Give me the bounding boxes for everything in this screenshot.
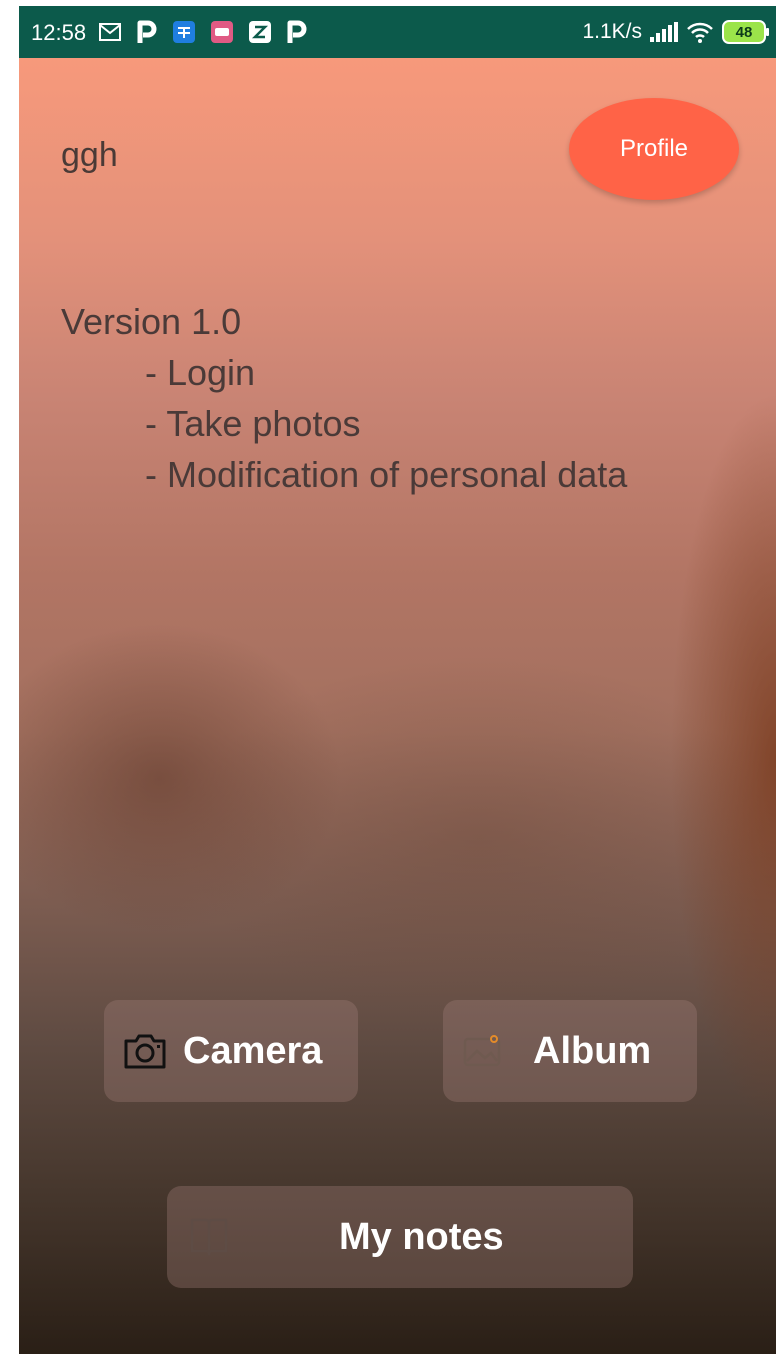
pink-app-icon <box>211 21 233 43</box>
mail-icon <box>99 23 121 41</box>
my-notes-label: My notes <box>339 1216 504 1258</box>
phone-screen: 12:58 1.1K/s 48 ggh Profile Version 1.0 … <box>19 6 776 1354</box>
battery-level: 48 <box>735 23 753 41</box>
album-button[interactable]: Album <box>443 1000 697 1102</box>
version-title: Version 1.0 <box>61 301 242 342</box>
z-app-icon <box>249 21 271 43</box>
p-app-icon-2 <box>287 19 307 45</box>
my-notes-button[interactable]: My notes <box>167 1186 633 1288</box>
release-notes: Version 1.0 - Login - Take photos - Modi… <box>61 296 627 500</box>
album-label: Album <box>533 1030 652 1072</box>
status-time: 12:58 <box>31 20 87 45</box>
notification-icons <box>99 16 307 48</box>
status-bar: 12:58 1.1K/s 48 <box>19 6 776 58</box>
username-label: ggh <box>61 136 118 174</box>
camera-button[interactable]: Camera <box>104 1000 358 1102</box>
battery-icon: 48 <box>722 20 769 44</box>
p-app-icon <box>137 19 157 45</box>
network-speed: 1.1K/s <box>582 20 642 43</box>
camera-label: Camera <box>183 1030 323 1072</box>
system-icons: 1.1K/s 48 <box>582 16 769 48</box>
release-note-item: - Modification of personal data <box>145 454 628 495</box>
home-screen: ggh Profile Version 1.0 - Login - Take p… <box>19 58 776 1354</box>
release-note-item: - Take photos <box>145 403 361 444</box>
profile-button[interactable]: Profile <box>569 98 739 200</box>
wifi-icon <box>686 21 714 43</box>
book-icon <box>189 1216 229 1258</box>
zhihu-app-icon <box>173 21 195 43</box>
camera-icon <box>124 1033 166 1069</box>
album-icon <box>463 1033 507 1069</box>
signal-icon <box>650 22 678 42</box>
release-note-item: - Login <box>145 352 256 393</box>
